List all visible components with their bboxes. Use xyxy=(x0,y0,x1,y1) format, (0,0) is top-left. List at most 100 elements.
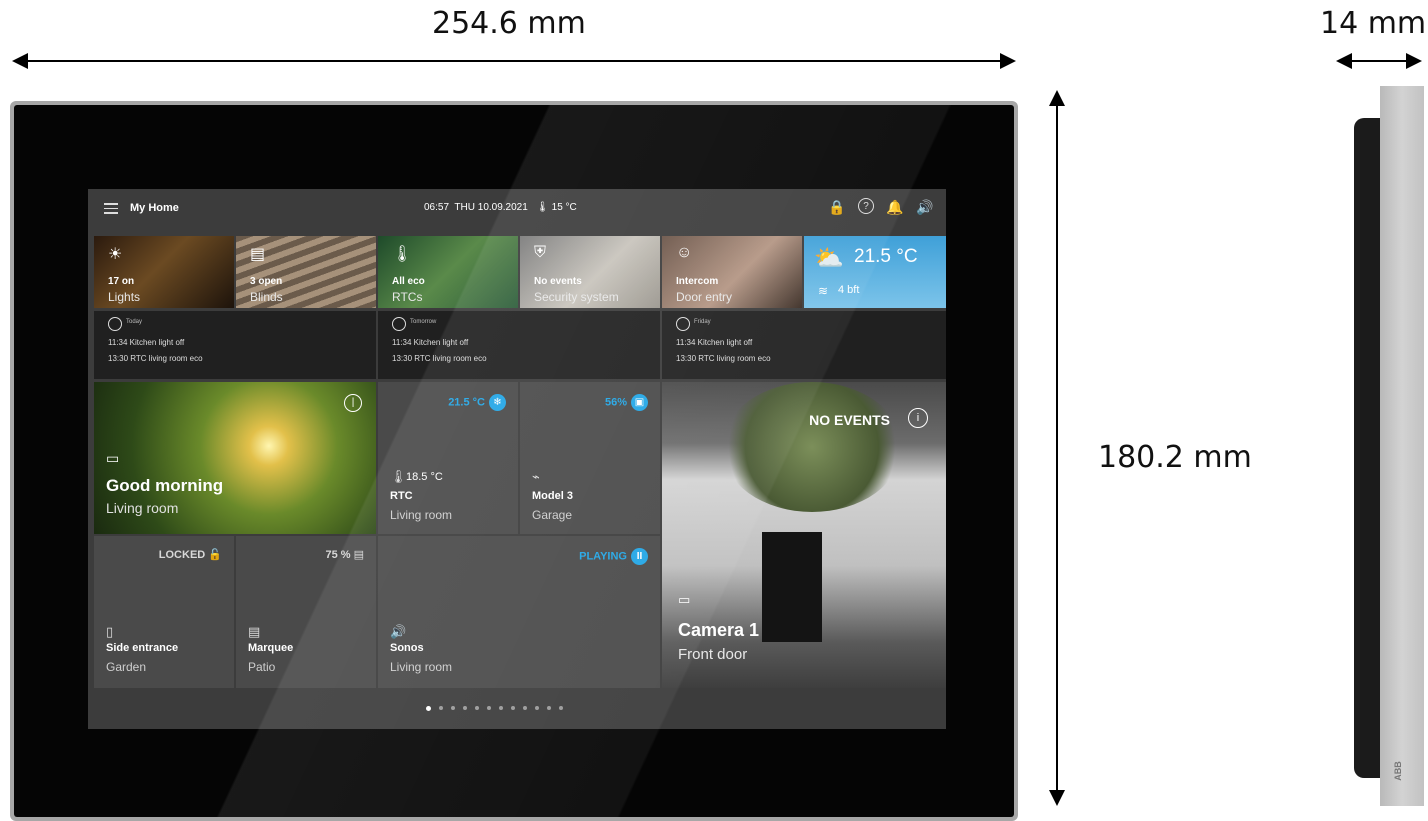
clock-icon xyxy=(676,317,690,331)
bulb-icon: ☀ xyxy=(108,246,123,263)
schedule-friday[interactable]: Friday 11:34 Kitchen light off 13:30 RTC… xyxy=(662,311,946,379)
front-door xyxy=(762,532,822,642)
schedule-line: 11:34 Kitchen light off xyxy=(108,338,185,347)
width-dimension-arrow xyxy=(12,53,1016,69)
touch-panel-front: My Home 06:57 THU 10.09.2021 🌡 15 °C 🔒 ?… xyxy=(10,101,1018,821)
page-dot[interactable] xyxy=(499,706,503,710)
schedule-line: 13:30 RTC living room eco xyxy=(108,354,203,363)
weather-temp: 21.5 °C xyxy=(854,246,918,267)
schedule-line: 11:34 Kitchen light off xyxy=(676,338,753,347)
page-dot[interactable] xyxy=(559,706,563,710)
page-dot[interactable] xyxy=(475,706,479,710)
wind-value: 4 bft xyxy=(838,284,860,296)
page-dot[interactable] xyxy=(463,706,467,710)
outdoor-thermometer-icon: 🌡 xyxy=(536,202,549,213)
page-indicator[interactable] xyxy=(426,706,563,711)
sonos-tile[interactable]: PLAYING II 🔊 Sonos Living room xyxy=(378,536,660,688)
charger-icon: ⌁ xyxy=(532,469,540,484)
marquee-name: Marquee xyxy=(248,642,294,654)
width-dimension-label: 254.6 mm xyxy=(432,6,586,41)
lights-label: Lights xyxy=(108,290,141,304)
schedule-line: 13:30 RTC living room eco xyxy=(676,354,771,363)
status-center: 06:57 THU 10.09.2021 🌡 15 °C xyxy=(424,202,577,213)
blinds-label: Blinds xyxy=(250,290,283,304)
home-title: My Home xyxy=(130,202,179,214)
weather-tile[interactable]: ⛅ 21.5 °C ≋ 4 bft xyxy=(804,236,946,308)
schedule-tomorrow[interactable]: Tomorrow 11:34 Kitchen light off 13:30 R… xyxy=(378,311,660,379)
thermometer-icon: 🌡 xyxy=(392,246,413,263)
home-screen: My Home 06:57 THU 10.09.2021 🌡 15 °C 🔒 ?… xyxy=(88,189,946,729)
lights-value: 17 on xyxy=(108,276,135,287)
intercom-tile[interactable]: ☺ Intercom Door entry xyxy=(662,236,802,308)
height-dimension-arrow xyxy=(1049,90,1065,806)
sonos-status: PLAYING xyxy=(579,550,627,563)
volume-icon[interactable]: 🔊 xyxy=(916,198,934,216)
marquee-tile[interactable]: 75 % ▤ ▤ Marquee Patio xyxy=(236,536,376,688)
schedule-line: 11:34 Kitchen light off xyxy=(392,338,469,347)
marquee-status: 75 % xyxy=(325,549,351,561)
rtc-tile[interactable]: 21.5 °C ❄ 🌡 18.5 °C RTC Living room xyxy=(378,382,518,534)
rtc-setpoint: 21.5 °C xyxy=(448,396,485,409)
bell-icon[interactable]: 🔔 xyxy=(886,198,904,216)
height-dimension-label: 180.2 mm xyxy=(1098,440,1252,475)
panel-side-body xyxy=(1354,118,1380,778)
rtcs-label: RTCs xyxy=(392,290,423,304)
scene-icon: ▭ xyxy=(106,450,120,466)
schedule-today[interactable]: Today 11:34 Kitchen light off 13:30 RTC … xyxy=(94,311,376,379)
camera-room: Front door xyxy=(678,646,748,663)
rtc-room: Living room xyxy=(390,508,453,522)
security-tile[interactable]: ⛨ No events Security system xyxy=(520,236,660,308)
rtcs-value: All eco xyxy=(392,276,425,287)
rtc-current: 18.5 °C xyxy=(406,471,443,483)
rtcs-tile[interactable]: 🌡 All eco RTCs xyxy=(378,236,518,308)
info-icon[interactable]: i xyxy=(908,408,928,428)
partly-cloudy-icon: ⛅ xyxy=(814,245,844,272)
touch-panel-side-view: ABB xyxy=(1354,86,1424,806)
help-icon[interactable]: ? xyxy=(858,198,874,214)
blind-icon: ▤ xyxy=(250,246,266,263)
lock-icon[interactable]: 🔓 xyxy=(208,549,222,561)
depth-dimension-label: 14 mm xyxy=(1320,6,1427,41)
lights-tile[interactable]: ☀ 17 on Lights xyxy=(94,236,234,308)
shield-icon: ⛨ xyxy=(534,244,547,261)
lock-tile[interactable]: LOCKED 🔓 ▯ Side entrance Garden xyxy=(94,536,234,688)
intercom-value: Intercom xyxy=(676,276,719,287)
car-tile[interactable]: 56% ▣ ⌁ Model 3 Garage xyxy=(520,382,660,534)
page-dot[interactable] xyxy=(487,706,491,710)
blinds-tile[interactable]: ▤ 3 open Blinds xyxy=(236,236,376,308)
page-dot[interactable] xyxy=(439,706,443,710)
car-icon[interactable]: ▣ xyxy=(631,394,648,411)
rtc-name: RTC xyxy=(390,490,413,502)
scene-tile[interactable]: | ▭ Good morning Living room xyxy=(94,382,376,534)
outside-temp: 15 °C xyxy=(551,202,577,213)
camera-status: NO EVENTS xyxy=(809,412,890,428)
page-dot[interactable] xyxy=(523,706,527,710)
marquee-room: Patio xyxy=(248,660,276,674)
page-dot[interactable] xyxy=(511,706,515,710)
sonos-name: Sonos xyxy=(390,642,424,654)
page-dot[interactable] xyxy=(547,706,551,710)
clock-icon xyxy=(108,317,122,331)
page-dot[interactable] xyxy=(535,706,539,710)
menu-icon[interactable] xyxy=(104,203,118,217)
car-name: Model 3 xyxy=(532,490,573,502)
schedule-day: Friday xyxy=(694,319,711,325)
page-dot[interactable] xyxy=(451,706,455,710)
snowflake-icon[interactable]: ❄ xyxy=(489,394,506,411)
camera-name: Camera 1 xyxy=(678,620,760,640)
door-icon: ▯ xyxy=(106,624,114,639)
security-value: No events xyxy=(534,276,582,287)
page-dot[interactable] xyxy=(426,706,431,711)
camera-tile[interactable]: NO EVENTS i ▭ Camera 1 Front door xyxy=(662,382,946,688)
marquee-icon[interactable]: ▤ xyxy=(354,549,364,561)
car-charge: 56% xyxy=(604,396,627,409)
lock-icon[interactable]: 🔒 xyxy=(828,198,846,216)
pause-icon[interactable]: II xyxy=(631,548,648,565)
blinds-value: 3 open xyxy=(250,276,283,287)
wind-icon: ≋ xyxy=(818,284,829,298)
lock-name: Side entrance xyxy=(106,642,179,654)
panel-side-plate xyxy=(1380,86,1424,806)
sonos-room: Living room xyxy=(390,660,453,674)
power-icon[interactable]: | xyxy=(344,394,362,412)
scene-title: Good morning xyxy=(106,476,224,495)
